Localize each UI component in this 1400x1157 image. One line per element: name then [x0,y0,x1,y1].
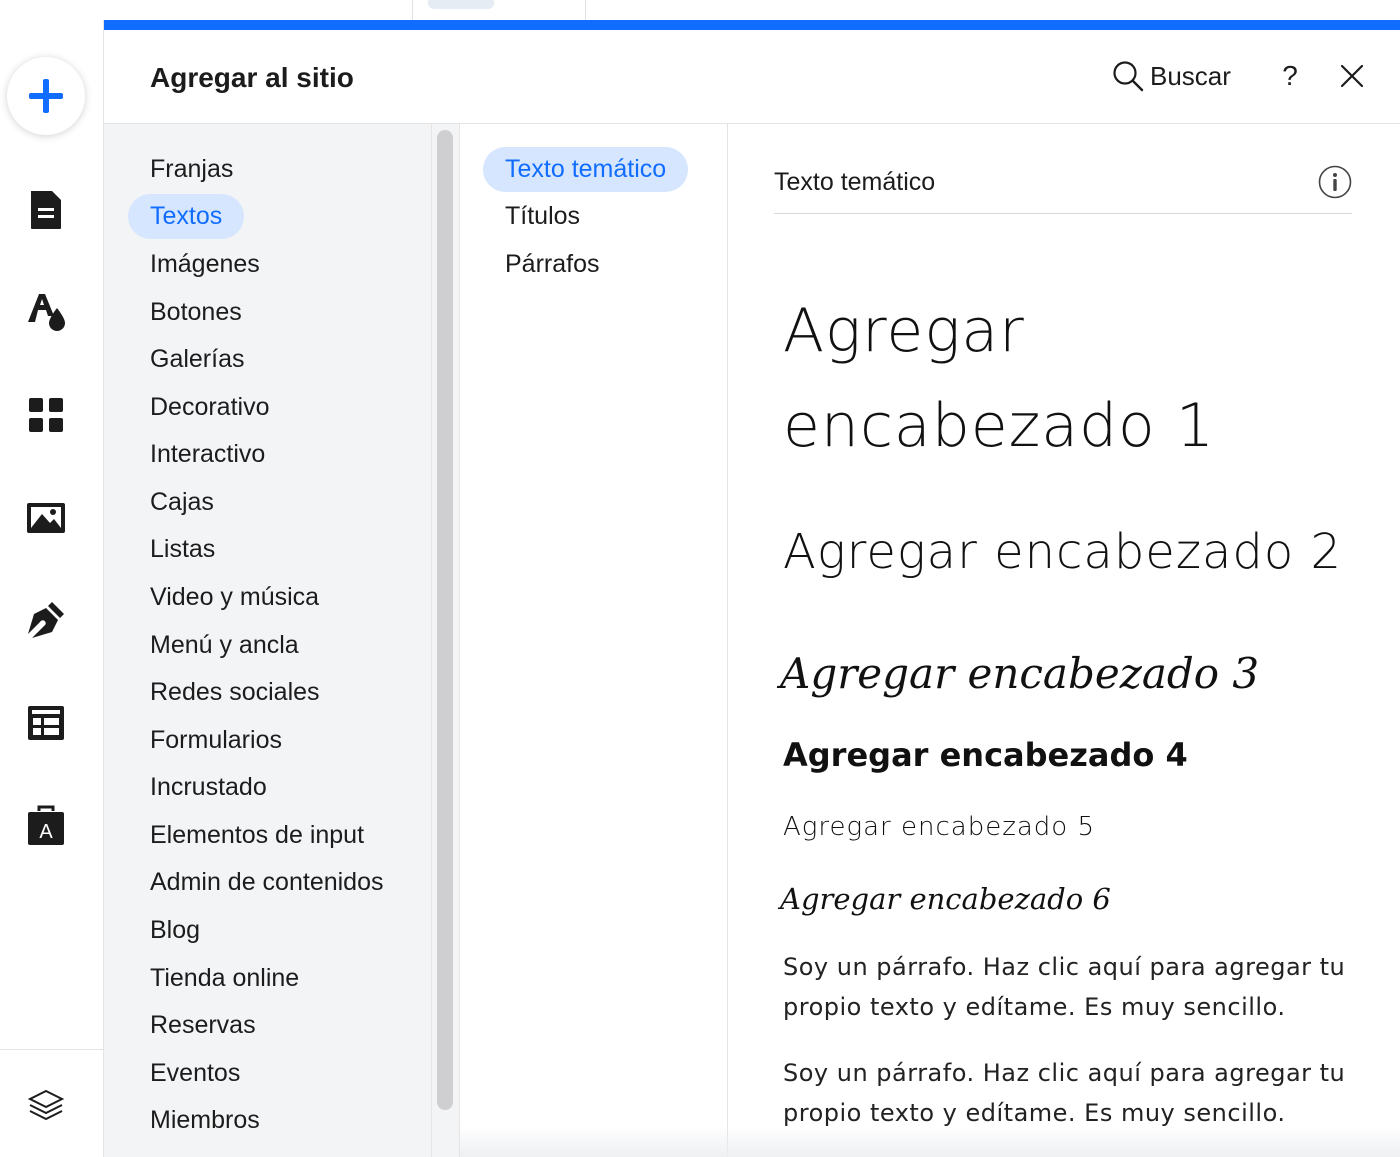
theme-icon [28,294,65,331]
help-button[interactable]: ? [1276,58,1304,94]
panel-title: Agregar al sitio [150,62,354,93]
business-button[interactable]: A [22,801,70,849]
heading-1-preset[interactable]: Agregar encabezado 1 [783,284,1343,474]
add-elements-button[interactable] [7,57,85,135]
add-icon [29,79,63,113]
category-scrollbar[interactable] [437,130,453,1110]
business-icon: A [28,805,64,845]
pages-button[interactable] [22,186,70,234]
category-item-active[interactable]: Textos [128,194,245,239]
category-item[interactable]: Elementos de input [128,813,386,858]
apps-button[interactable] [22,391,70,439]
category-item[interactable]: Reservas [128,1003,278,1048]
subcategory-item[interactable]: Títulos [483,194,602,239]
preview-pane: Texto temático Agregar encabezado 1 Agre… [729,124,1400,1157]
category-item[interactable]: Tienda online [128,956,321,1001]
theme-button[interactable] [22,286,70,334]
browser-top-strip [0,0,1400,20]
category-item[interactable]: Menú y ancla [128,623,321,668]
table-icon [28,706,64,740]
search-label: Buscar [1150,60,1231,91]
media-icon [27,503,65,533]
subcategory-list: Texto temático Títulos Párrafos [460,124,728,1157]
layers-icon [27,1089,65,1121]
layers-button[interactable] [22,1082,70,1130]
category-item[interactable]: Redes sociales [128,670,342,715]
heading-4-preset[interactable]: Agregar encabezado 4 [783,736,1188,774]
left-toolbar: A [0,20,104,1157]
subcategory-item-active[interactable]: Texto temático [483,147,689,192]
search-icon [1113,61,1144,92]
close-icon [1340,64,1364,88]
category-item[interactable]: Interactivo [128,432,287,477]
scroll-fade [460,1127,1400,1157]
close-button[interactable] [1336,60,1368,92]
divider [412,0,413,20]
paragraph-preset[interactable]: Soy un párrafo. Haz clic aquí para agreg… [783,947,1363,1027]
paragraph-preset[interactable]: Soy un párrafo. Haz clic aquí para agreg… [783,1053,1363,1133]
panel-header: Agregar al sitio Buscar ? [104,30,1400,124]
category-item[interactable]: Botones [128,290,264,335]
category-item[interactable]: Cajas [128,480,236,525]
category-item[interactable]: Imágenes [128,242,282,287]
category-list: Franjas Textos Imágenes Botones Galerías… [104,124,432,1157]
media-button[interactable] [22,494,70,542]
heading-3-preset[interactable]: Agregar encabezado 3 [780,649,1259,698]
pen-icon [28,602,64,638]
category-item[interactable]: Blog [128,908,222,953]
search-button[interactable]: Buscar [1112,56,1231,96]
category-item[interactable]: Incrustado [128,765,289,810]
category-item[interactable]: Admin de contenidos [128,860,405,905]
apps-icon [29,398,63,432]
divider [585,0,586,20]
panel-accent-bar [104,20,1400,30]
category-item[interactable]: Listas [128,527,237,572]
category-item[interactable]: Galerías [128,337,266,382]
svg-text:A: A [39,821,53,843]
page-icon [31,191,61,229]
category-item[interactable]: Formularios [128,718,304,763]
category-item[interactable]: Miembros [128,1098,282,1143]
category-item[interactable]: Franjas [128,147,255,192]
heading-2-preset[interactable]: Agregar encabezado 2 [783,524,1342,580]
category-item[interactable]: Decorativo [128,385,292,430]
blog-button[interactable] [22,596,70,644]
cms-button[interactable] [22,699,70,747]
category-item[interactable]: Video y música [128,575,341,620]
tab-indicator [428,0,494,9]
heading-6-preset[interactable]: Agregar encabezado 6 [780,882,1111,916]
info-icon[interactable] [1318,165,1352,199]
divider [774,213,1352,214]
subcategory-item[interactable]: Párrafos [483,242,621,287]
category-item[interactable]: Eventos [128,1051,262,1096]
preview-section-title: Texto temático [774,168,936,196]
divider [0,1049,104,1050]
heading-5-preset[interactable]: Agregar encabezado 5 [783,812,1095,842]
